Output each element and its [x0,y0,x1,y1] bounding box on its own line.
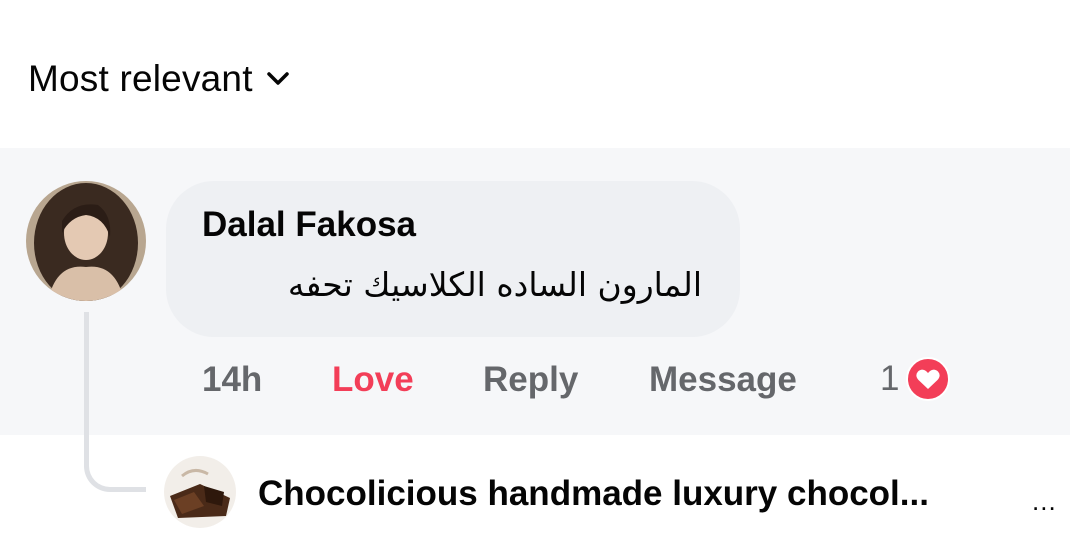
sort-label: Most relevant [28,58,253,99]
message-button[interactable]: Message [649,360,797,400]
love-button[interactable]: Love [332,360,414,400]
comment-author[interactable]: Dalal Fakosa [202,205,416,245]
thread-connector [84,312,146,492]
more-options-icon[interactable]: ... [1032,486,1057,517]
comment-text: المارون الساده الكلاسيك تحفه [287,265,702,304]
reply-avatar[interactable] [164,456,236,528]
avatar[interactable] [26,181,146,301]
chevron-down-icon [266,72,289,86]
reaction-count: 1 [880,359,900,398]
comment-bubble[interactable]: Dalal Fakosa المارون الساده الكلاسيك تحف… [166,181,740,337]
comment-time: 14h [202,360,263,399]
sort-dropdown[interactable]: Most relevant [28,54,289,104]
reply-button[interactable]: Reply [483,360,578,400]
reaction-summary[interactable]: 1 [880,356,951,402]
reply-author[interactable]: Chocolicious handmade luxury chocol... [258,474,1028,514]
heart-icon [905,356,951,402]
